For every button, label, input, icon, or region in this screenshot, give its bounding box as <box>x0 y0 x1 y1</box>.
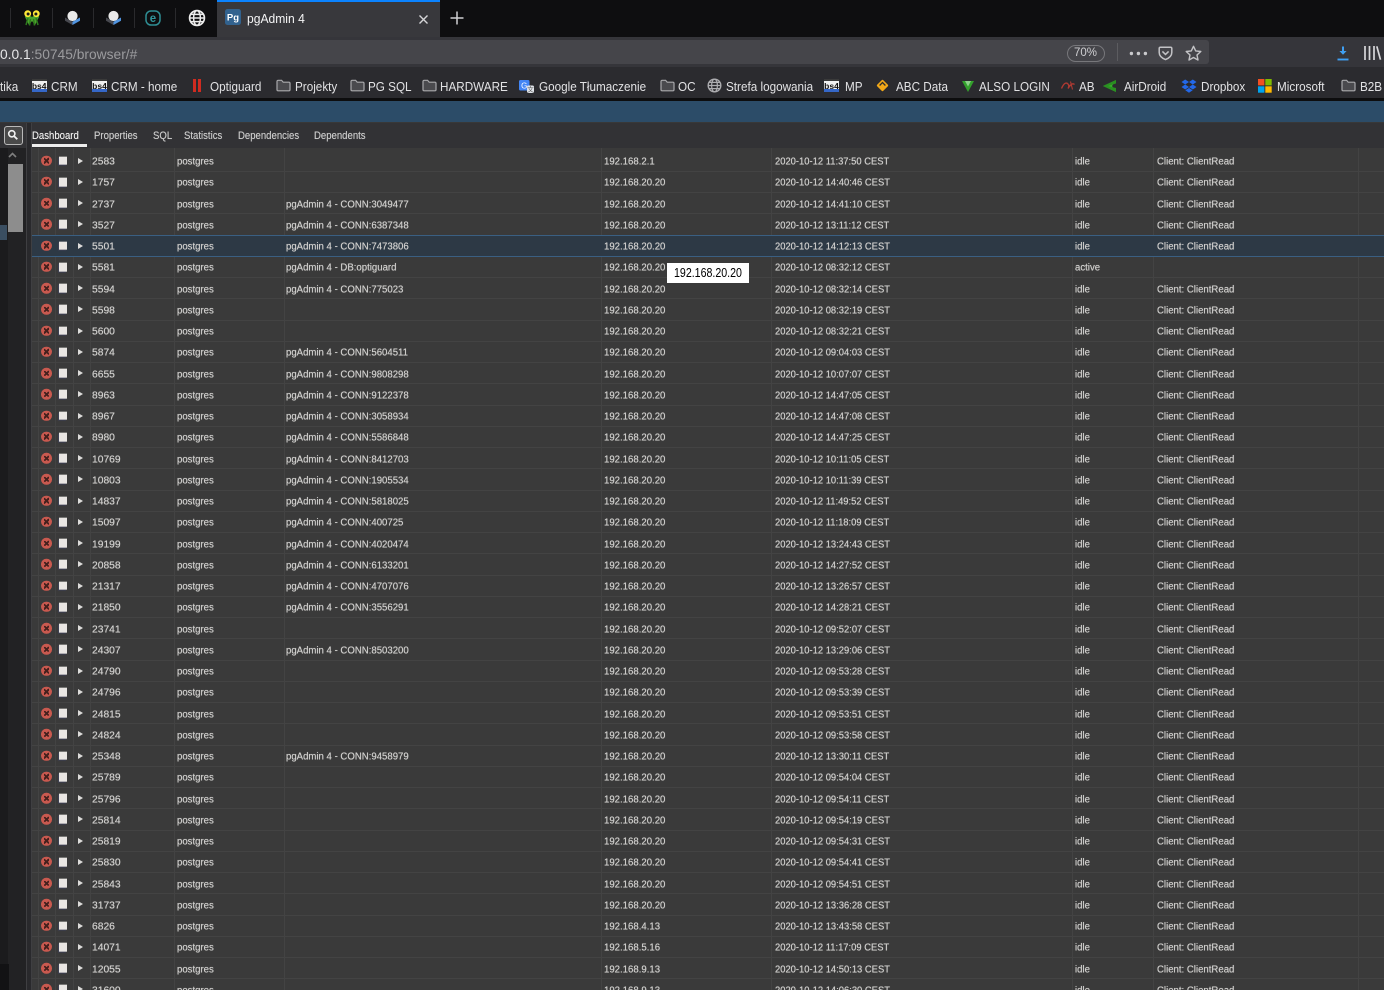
svg-text:文: 文 <box>527 84 534 93</box>
svg-text:Pg: Pg <box>227 13 239 24</box>
svg-text:e: e <box>150 13 156 25</box>
